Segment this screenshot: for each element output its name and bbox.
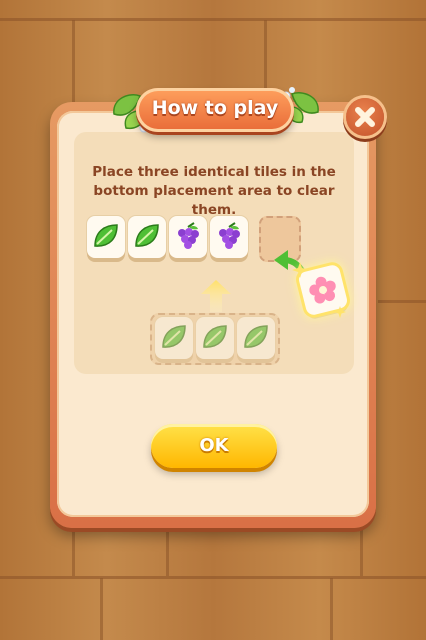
ok-button-label: OK — [199, 435, 229, 456]
tile-leaf — [196, 317, 234, 359]
grape-icon — [178, 222, 199, 249]
tile-grape[interactable] — [210, 216, 248, 258]
ok-button[interactable]: OK — [151, 424, 277, 468]
tile-leaf[interactable] — [128, 216, 166, 258]
dialog-title: How to play — [151, 97, 279, 119]
leaf-icon — [135, 224, 159, 247]
sparkle-icon — [292, 262, 308, 278]
grape-icon — [219, 222, 240, 249]
flower-icon — [309, 276, 336, 304]
up-arrow-icon — [201, 280, 231, 312]
tile-leaf — [155, 317, 193, 359]
leaf-icon — [162, 325, 186, 348]
close-icon — [355, 107, 375, 127]
tile-leaf[interactable] — [87, 216, 125, 258]
leaf-icon — [244, 325, 268, 348]
tile-leaf — [237, 317, 275, 359]
close-button[interactable] — [346, 98, 384, 136]
tile-grape[interactable] — [169, 216, 207, 258]
leaf-icon — [94, 224, 118, 247]
instruction-text: Place three identical tiles in the botto… — [92, 164, 336, 218]
sparkle-icon — [334, 306, 346, 318]
leaf-icon — [203, 325, 227, 348]
